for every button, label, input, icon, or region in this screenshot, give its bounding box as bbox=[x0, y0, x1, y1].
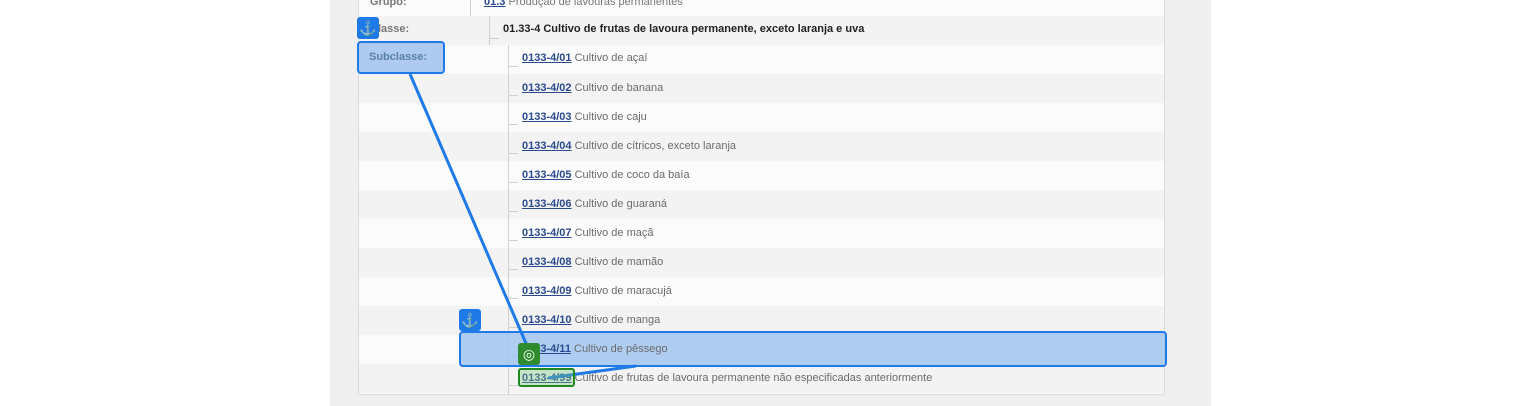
drop-target-box bbox=[518, 368, 575, 387]
anchor-icon: ⚓ bbox=[459, 309, 481, 331]
drag-connector-lines bbox=[408, 73, 637, 380]
connector-line bbox=[408, 73, 530, 349]
anchor-icon: ⚓ bbox=[357, 17, 379, 39]
target-icon: ◎ bbox=[518, 343, 540, 365]
